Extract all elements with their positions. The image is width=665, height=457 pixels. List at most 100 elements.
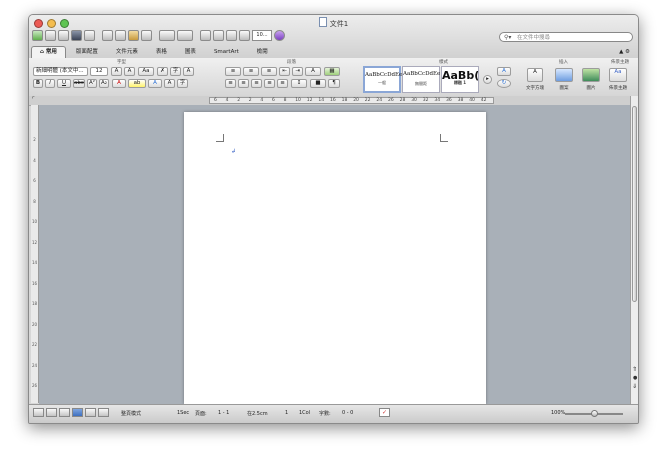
previous-page-icon[interactable]: ⇑ (632, 366, 637, 373)
scrollbar-thumb[interactable] (632, 106, 637, 302)
align-left-icon[interactable]: ≡ (225, 79, 236, 88)
align-right-icon[interactable]: ≡ (251, 79, 262, 88)
tab-stop-selector-icon[interactable]: ⌜ (32, 96, 35, 103)
themes-icon[interactable]: Aa (609, 68, 627, 82)
search-icon: ⚲▾ (504, 34, 512, 41)
media-browser-icon[interactable] (239, 30, 250, 41)
paste-icon[interactable] (128, 30, 139, 41)
font-name-select[interactable]: 新細明體 (本文中... (33, 67, 88, 76)
group-label-themes: 佈景主題 (611, 60, 629, 65)
view-focus-icon[interactable] (98, 408, 109, 417)
search-placeholder: 在文件中搜尋 (517, 35, 551, 41)
view-outline-icon[interactable] (46, 408, 57, 417)
justify-icon[interactable]: ≡ (264, 79, 275, 88)
bullets-icon[interactable]: ≡ (225, 67, 241, 76)
ruler-tick-label: 16 (330, 98, 336, 103)
shapes-icon[interactable] (555, 68, 573, 82)
insert-table-icon[interactable] (200, 30, 211, 41)
tab-smartart[interactable]: SmartArt (206, 47, 247, 58)
character-shading-icon[interactable]: A (164, 79, 175, 88)
text-direction-icon[interactable]: A (305, 67, 321, 76)
show-formatting-icon[interactable]: ¶ (328, 79, 340, 88)
format-painter-icon[interactable] (141, 30, 152, 41)
tab-home[interactable]: ⌂ 常用 (31, 46, 66, 58)
multilevel-list-icon[interactable]: ≡ (261, 67, 277, 76)
view-print-layout-icon[interactable] (72, 408, 83, 417)
next-page-icon[interactable]: ⇓ (632, 383, 637, 390)
cut-icon[interactable] (102, 30, 113, 41)
highlight-icon[interactable]: ab (128, 79, 146, 88)
ruler-tick-label: 30 (411, 98, 417, 103)
vertical-ruler[interactable]: 2 4 6 8 10 12 14 16 18 20 22 24 26 (31, 105, 39, 403)
tab-charts[interactable]: 圖表 (177, 47, 204, 58)
collapse-ribbon-icon[interactable]: ▲ ⚙ (611, 47, 638, 58)
underline-button[interactable]: U (57, 79, 71, 88)
document-canvas: ↲ (39, 105, 630, 404)
bold-button[interactable]: B (33, 79, 43, 88)
change-case-icon[interactable]: Aa (138, 67, 154, 76)
vertical-ruler-tick-label: 8 (33, 198, 36, 204)
copy-icon[interactable] (115, 30, 126, 41)
status-words-value: 0 - 0 (342, 410, 354, 416)
grow-font-icon[interactable]: A (111, 67, 122, 76)
distribute-icon[interactable]: ≡ (277, 79, 288, 88)
view-notebook-icon[interactable] (85, 408, 96, 417)
tab-document-elements[interactable]: 文件元素 (108, 47, 146, 58)
style-normal[interactable]: AaBbCcDdEe 一般 (363, 66, 402, 93)
ruler-tick-label: 4 (225, 98, 229, 103)
subscript-button[interactable]: A₂ (99, 79, 109, 88)
styles-pane-icon[interactable]: ↻ (497, 79, 511, 88)
phonetic-guide-icon[interactable]: 字 (170, 67, 181, 76)
view-draft-icon[interactable] (33, 408, 44, 417)
view-publishing-icon[interactable] (59, 408, 70, 417)
character-border-icon[interactable]: A (183, 67, 194, 76)
align-center-icon[interactable]: ≡ (238, 79, 249, 88)
font-size-select[interactable]: 12 (90, 67, 108, 76)
redo-icon[interactable] (177, 30, 193, 41)
font-color-icon[interactable]: A (112, 79, 126, 88)
document-search[interactable]: ⚲▾ 在文件中搜尋 (499, 32, 633, 42)
strikethrough-button[interactable]: abc (73, 79, 85, 88)
templates-icon[interactable] (45, 30, 56, 41)
increase-indent-icon[interactable]: ⇥ (292, 67, 303, 76)
zoom-slider-knob[interactable] (590, 410, 598, 417)
text-effects-icon[interactable]: A (148, 79, 162, 88)
tab-tables[interactable]: 表格 (148, 47, 175, 58)
new-document-icon[interactable] (32, 30, 43, 41)
open-icon[interactable] (58, 30, 69, 41)
print-icon[interactable] (84, 30, 95, 41)
columns-icon[interactable]: ▦ (324, 67, 340, 76)
clear-formatting-icon[interactable]: ✗ (157, 67, 168, 76)
shading-icon[interactable]: ■ (310, 79, 326, 88)
text-styles-icon[interactable]: A (497, 67, 511, 76)
superscript-button[interactable]: A² (87, 79, 97, 88)
decrease-indent-icon[interactable]: ⇤ (279, 67, 290, 76)
vertical-ruler-tick-label: 16 (31, 280, 38, 286)
shrink-font-icon[interactable]: A (124, 67, 135, 76)
vertical-scrollbar[interactable]: ⇑ ● ⇓ (630, 96, 638, 404)
sidebar-icon[interactable] (213, 30, 224, 41)
toolbox-icon[interactable] (226, 30, 237, 41)
style-no-spacing[interactable]: AaBbCcDdEe 無間距 (402, 66, 440, 93)
horizontal-ruler[interactable]: 6 4 2 2 4 6 8 10 12 14 16 18 20 22 24 26 28 30 32 34 36 38 40 4… (209, 97, 494, 104)
tab-layout[interactable]: 版面配置 (68, 47, 106, 58)
vertical-ruler-tick-label: 14 (31, 260, 38, 265)
text-box-icon[interactable]: A (527, 68, 543, 82)
enclose-characters-icon[interactable]: 字 (177, 79, 188, 88)
browse-object-icon[interactable]: ● (633, 375, 637, 381)
zoom-field[interactable]: 10... (252, 30, 272, 41)
picture-icon[interactable] (582, 68, 600, 82)
tab-review[interactable]: 檢閱 (249, 47, 276, 58)
italic-button[interactable]: I (45, 79, 55, 88)
vertical-ruler-tick-label: 20 (31, 321, 38, 327)
ruler-tick-label: 20 (353, 98, 359, 103)
save-icon[interactable] (71, 30, 82, 41)
proofing-status-icon[interactable]: ✓ (379, 408, 390, 417)
style-heading-1[interactable]: AaBb( 標題 1 (441, 66, 479, 93)
document-page[interactable]: ↲ (184, 112, 486, 404)
help-icon[interactable] (274, 30, 285, 41)
numbering-icon[interactable]: ≡ (243, 67, 259, 76)
line-spacing-icon[interactable]: ↕ (291, 79, 307, 88)
styles-gallery-next-icon[interactable]: ▸ (483, 75, 492, 84)
undo-icon[interactable] (159, 30, 175, 41)
